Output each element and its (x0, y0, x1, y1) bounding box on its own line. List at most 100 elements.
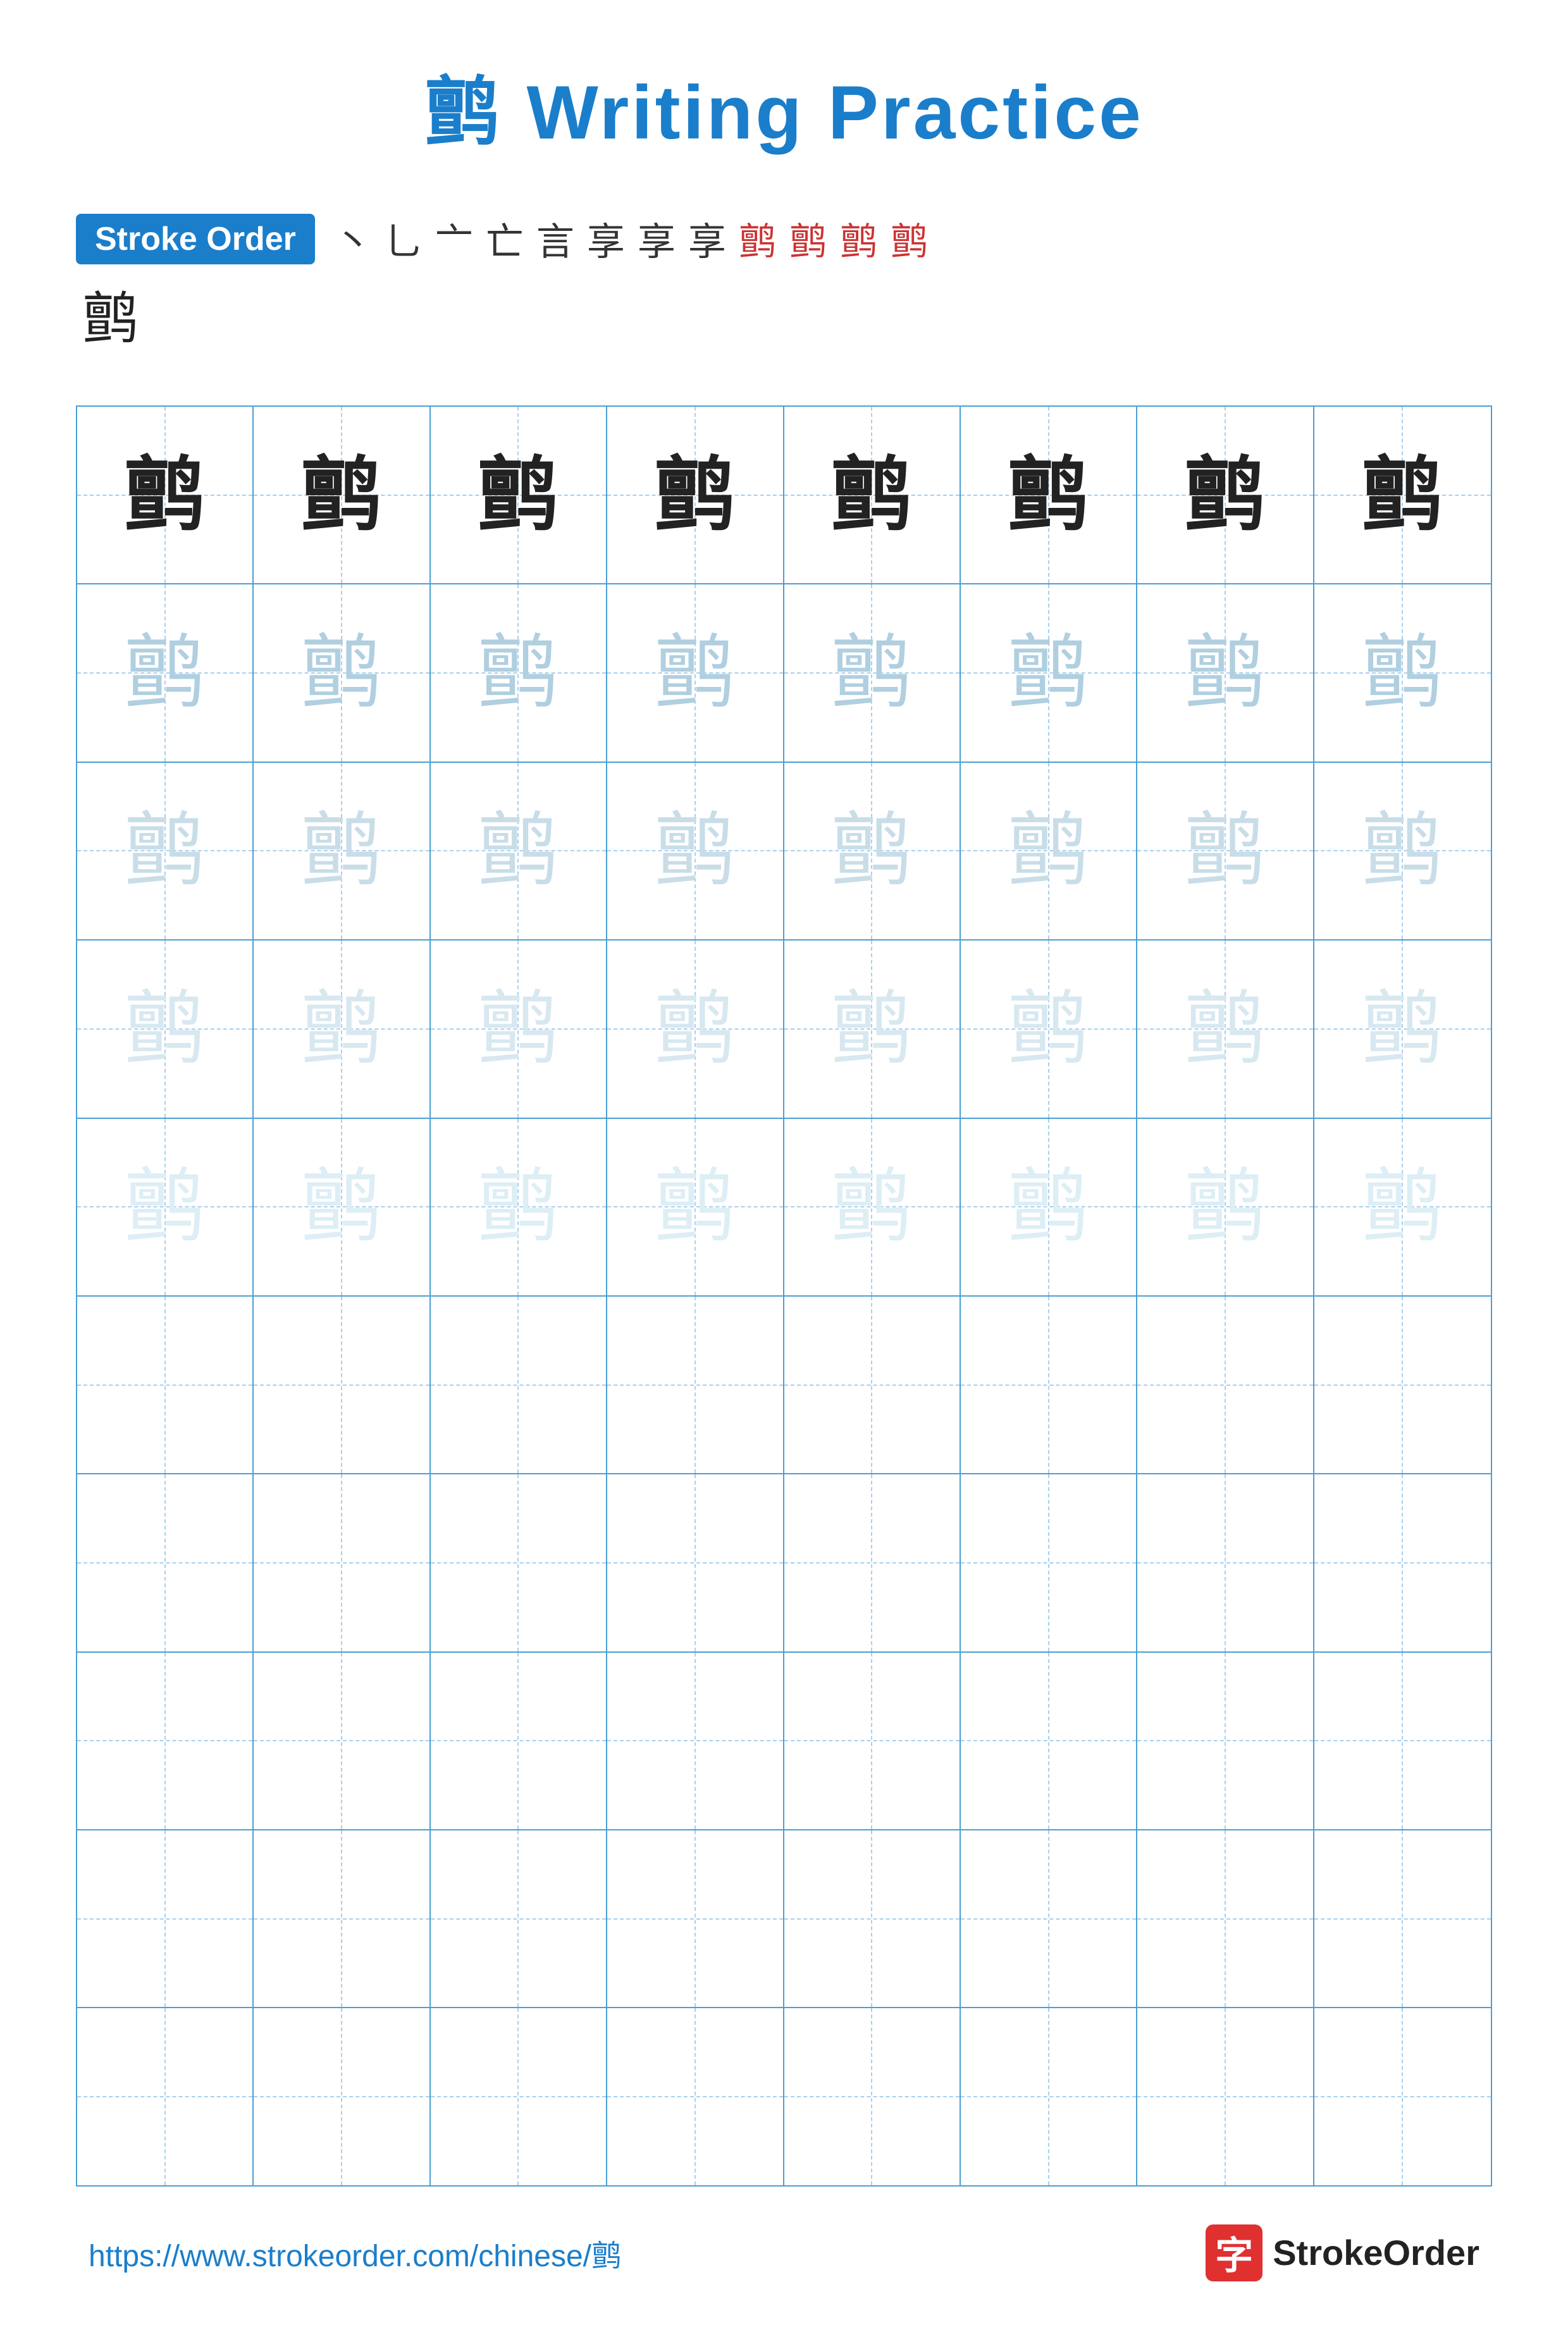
grid-cell: 鹯 (607, 584, 784, 761)
grid-cell: 鹯 (961, 407, 1137, 583)
grid-cell[interactable] (254, 1830, 430, 2007)
grid-cell[interactable] (961, 1653, 1137, 1829)
grid-cell[interactable] (1314, 1474, 1491, 1651)
grid-cell: 鹯 (1137, 763, 1314, 939)
grid-cell: 鹯 (1137, 1119, 1314, 1295)
grid-row: 鹯 鹯 鹯 鹯 鹯 鹯 鹯 鹯 (77, 941, 1491, 1118)
grid-cell: 鹯 (1314, 1119, 1491, 1295)
grid-cell: 鹯 (961, 941, 1137, 1117)
grid-cell: 鹯 (1314, 763, 1491, 939)
grid-row: 鹯 鹯 鹯 鹯 鹯 鹯 鹯 鹯 (77, 763, 1491, 941)
footer-logo: 字 StrokeOrder (1206, 2224, 1479, 2281)
grid-cell[interactable] (77, 1653, 254, 1829)
grid-cell: 鹯 (607, 407, 784, 583)
grid-cell[interactable] (254, 2008, 430, 2185)
grid-cell: 鹯 (431, 763, 607, 939)
grid-cell[interactable] (1314, 1830, 1491, 2007)
grid-cell[interactable] (77, 1830, 254, 2007)
grid-cell[interactable] (77, 2008, 254, 2185)
grid-cell: 鹯 (77, 584, 254, 761)
grid-cell[interactable] (1137, 1830, 1314, 2007)
grid-cell[interactable] (784, 1474, 961, 1651)
grid-cell: 鹯 (961, 1119, 1137, 1295)
grid-cell[interactable] (1314, 2008, 1491, 2185)
grid-cell[interactable] (431, 2008, 607, 2185)
grid-row (77, 1474, 1491, 1652)
grid-cell: 鹯 (784, 1119, 961, 1295)
grid-cell[interactable] (607, 1474, 784, 1651)
grid-cell: 鹯 (1314, 584, 1491, 761)
grid-cell: 鹯 (1137, 941, 1314, 1117)
grid-cell: 鹯 (431, 407, 607, 583)
grid-cell[interactable] (1314, 1297, 1491, 1473)
grid-cell[interactable] (431, 1653, 607, 1829)
grid-cell: 鹯 (254, 763, 430, 939)
grid-cell[interactable] (431, 1297, 607, 1473)
grid-cell[interactable] (77, 1297, 254, 1473)
grid-cell[interactable] (784, 1297, 961, 1473)
grid-cell: 鹯 (784, 941, 961, 1117)
grid-cell: 鹯 (431, 941, 607, 1117)
grid-cell[interactable] (961, 1297, 1137, 1473)
grid-cell[interactable] (961, 1474, 1137, 1651)
grid-row (77, 1653, 1491, 1830)
footer-url[interactable]: https://www.strokeorder.com/chinese/鹯 (89, 2231, 622, 2275)
grid-cell[interactable] (254, 1474, 430, 1651)
grid-cell[interactable] (784, 1653, 961, 1829)
grid-cell: 鹯 (784, 407, 961, 583)
grid-row: 鹯 鹯 鹯 鹯 鹯 鹯 鹯 鹯 (77, 584, 1491, 762)
grid-cell[interactable] (961, 1830, 1137, 2007)
grid-cell: 鹯 (961, 584, 1137, 761)
grid-cell: 鹯 (431, 1119, 607, 1295)
standalone-char: 鹯 (82, 273, 1492, 355)
stroke-order-badge: Stroke Order (76, 214, 315, 264)
grid-cell[interactable] (1314, 1653, 1491, 1829)
grid-cell: 鹯 (607, 763, 784, 939)
grid-cell: 鹯 (77, 407, 254, 583)
grid-cell[interactable] (431, 1830, 607, 2007)
stroke-order-section: Stroke Order 丶 ⺃ 亠 亡 言 享 享 享 鹯 鹯 鹯 鹯 鹯 (76, 211, 1492, 380)
grid-cell[interactable] (1137, 1653, 1314, 1829)
grid-cell: 鹯 (607, 1119, 784, 1295)
grid-row (77, 2008, 1491, 2185)
grid-cell[interactable] (607, 2008, 784, 2185)
grid-cell: 鹯 (961, 763, 1137, 939)
grid-cell: 鹯 (1137, 407, 1314, 583)
practice-grid: 鹯 鹯 鹯 鹯 鹯 鹯 鹯 鹯 鹯 鹯 鹯 鹯 鹯 鹯 鹯 鹯 鹯 鹯 鹯 鹯 … (76, 405, 1492, 2187)
grid-cell[interactable] (607, 1653, 784, 1829)
grid-cell: 鹯 (431, 584, 607, 761)
grid-cell: 鹯 (254, 941, 430, 1117)
grid-cell: 鹯 (77, 763, 254, 939)
grid-cell[interactable] (254, 1297, 430, 1473)
page-title: 鹯 Writing Practice (424, 51, 1144, 161)
grid-row: 鹯 鹯 鹯 鹯 鹯 鹯 鹯 鹯 (77, 407, 1491, 584)
grid-row (77, 1830, 1491, 2008)
stroke-order-row: Stroke Order 丶 ⺃ 亠 亡 言 享 享 享 鹯 鹯 鹯 鹯 (76, 211, 1492, 266)
grid-cell[interactable] (254, 1653, 430, 1829)
footer-logo-icon: 字 (1206, 2224, 1262, 2281)
grid-cell[interactable] (1137, 1474, 1314, 1651)
grid-row (77, 1297, 1491, 1474)
grid-cell[interactable] (784, 2008, 961, 2185)
grid-cell[interactable] (431, 1474, 607, 1651)
grid-cell: 鹯 (77, 941, 254, 1117)
grid-cell: 鹯 (254, 407, 430, 583)
grid-cell: 鹯 (1314, 407, 1491, 583)
grid-cell[interactable] (607, 1297, 784, 1473)
grid-cell[interactable] (961, 2008, 1137, 2185)
grid-cell: 鹯 (607, 941, 784, 1117)
grid-cell: 鹯 (77, 1119, 254, 1295)
grid-cell: 鹯 (254, 1119, 430, 1295)
grid-cell: 鹯 (254, 584, 430, 761)
grid-cell: 鹯 (784, 763, 961, 939)
grid-cell: 鹯 (784, 584, 961, 761)
grid-cell[interactable] (1137, 2008, 1314, 2185)
grid-cell[interactable] (77, 1474, 254, 1651)
grid-cell[interactable] (1137, 1297, 1314, 1473)
footer-logo-text: StrokeOrder (1273, 2232, 1479, 2273)
grid-cell: 鹯 (1137, 584, 1314, 761)
footer: https://www.strokeorder.com/chinese/鹯 字 … (76, 2224, 1492, 2281)
grid-row: 鹯 鹯 鹯 鹯 鹯 鹯 鹯 鹯 (77, 1119, 1491, 1297)
grid-cell[interactable] (784, 1830, 961, 2007)
grid-cell[interactable] (607, 1830, 784, 2007)
